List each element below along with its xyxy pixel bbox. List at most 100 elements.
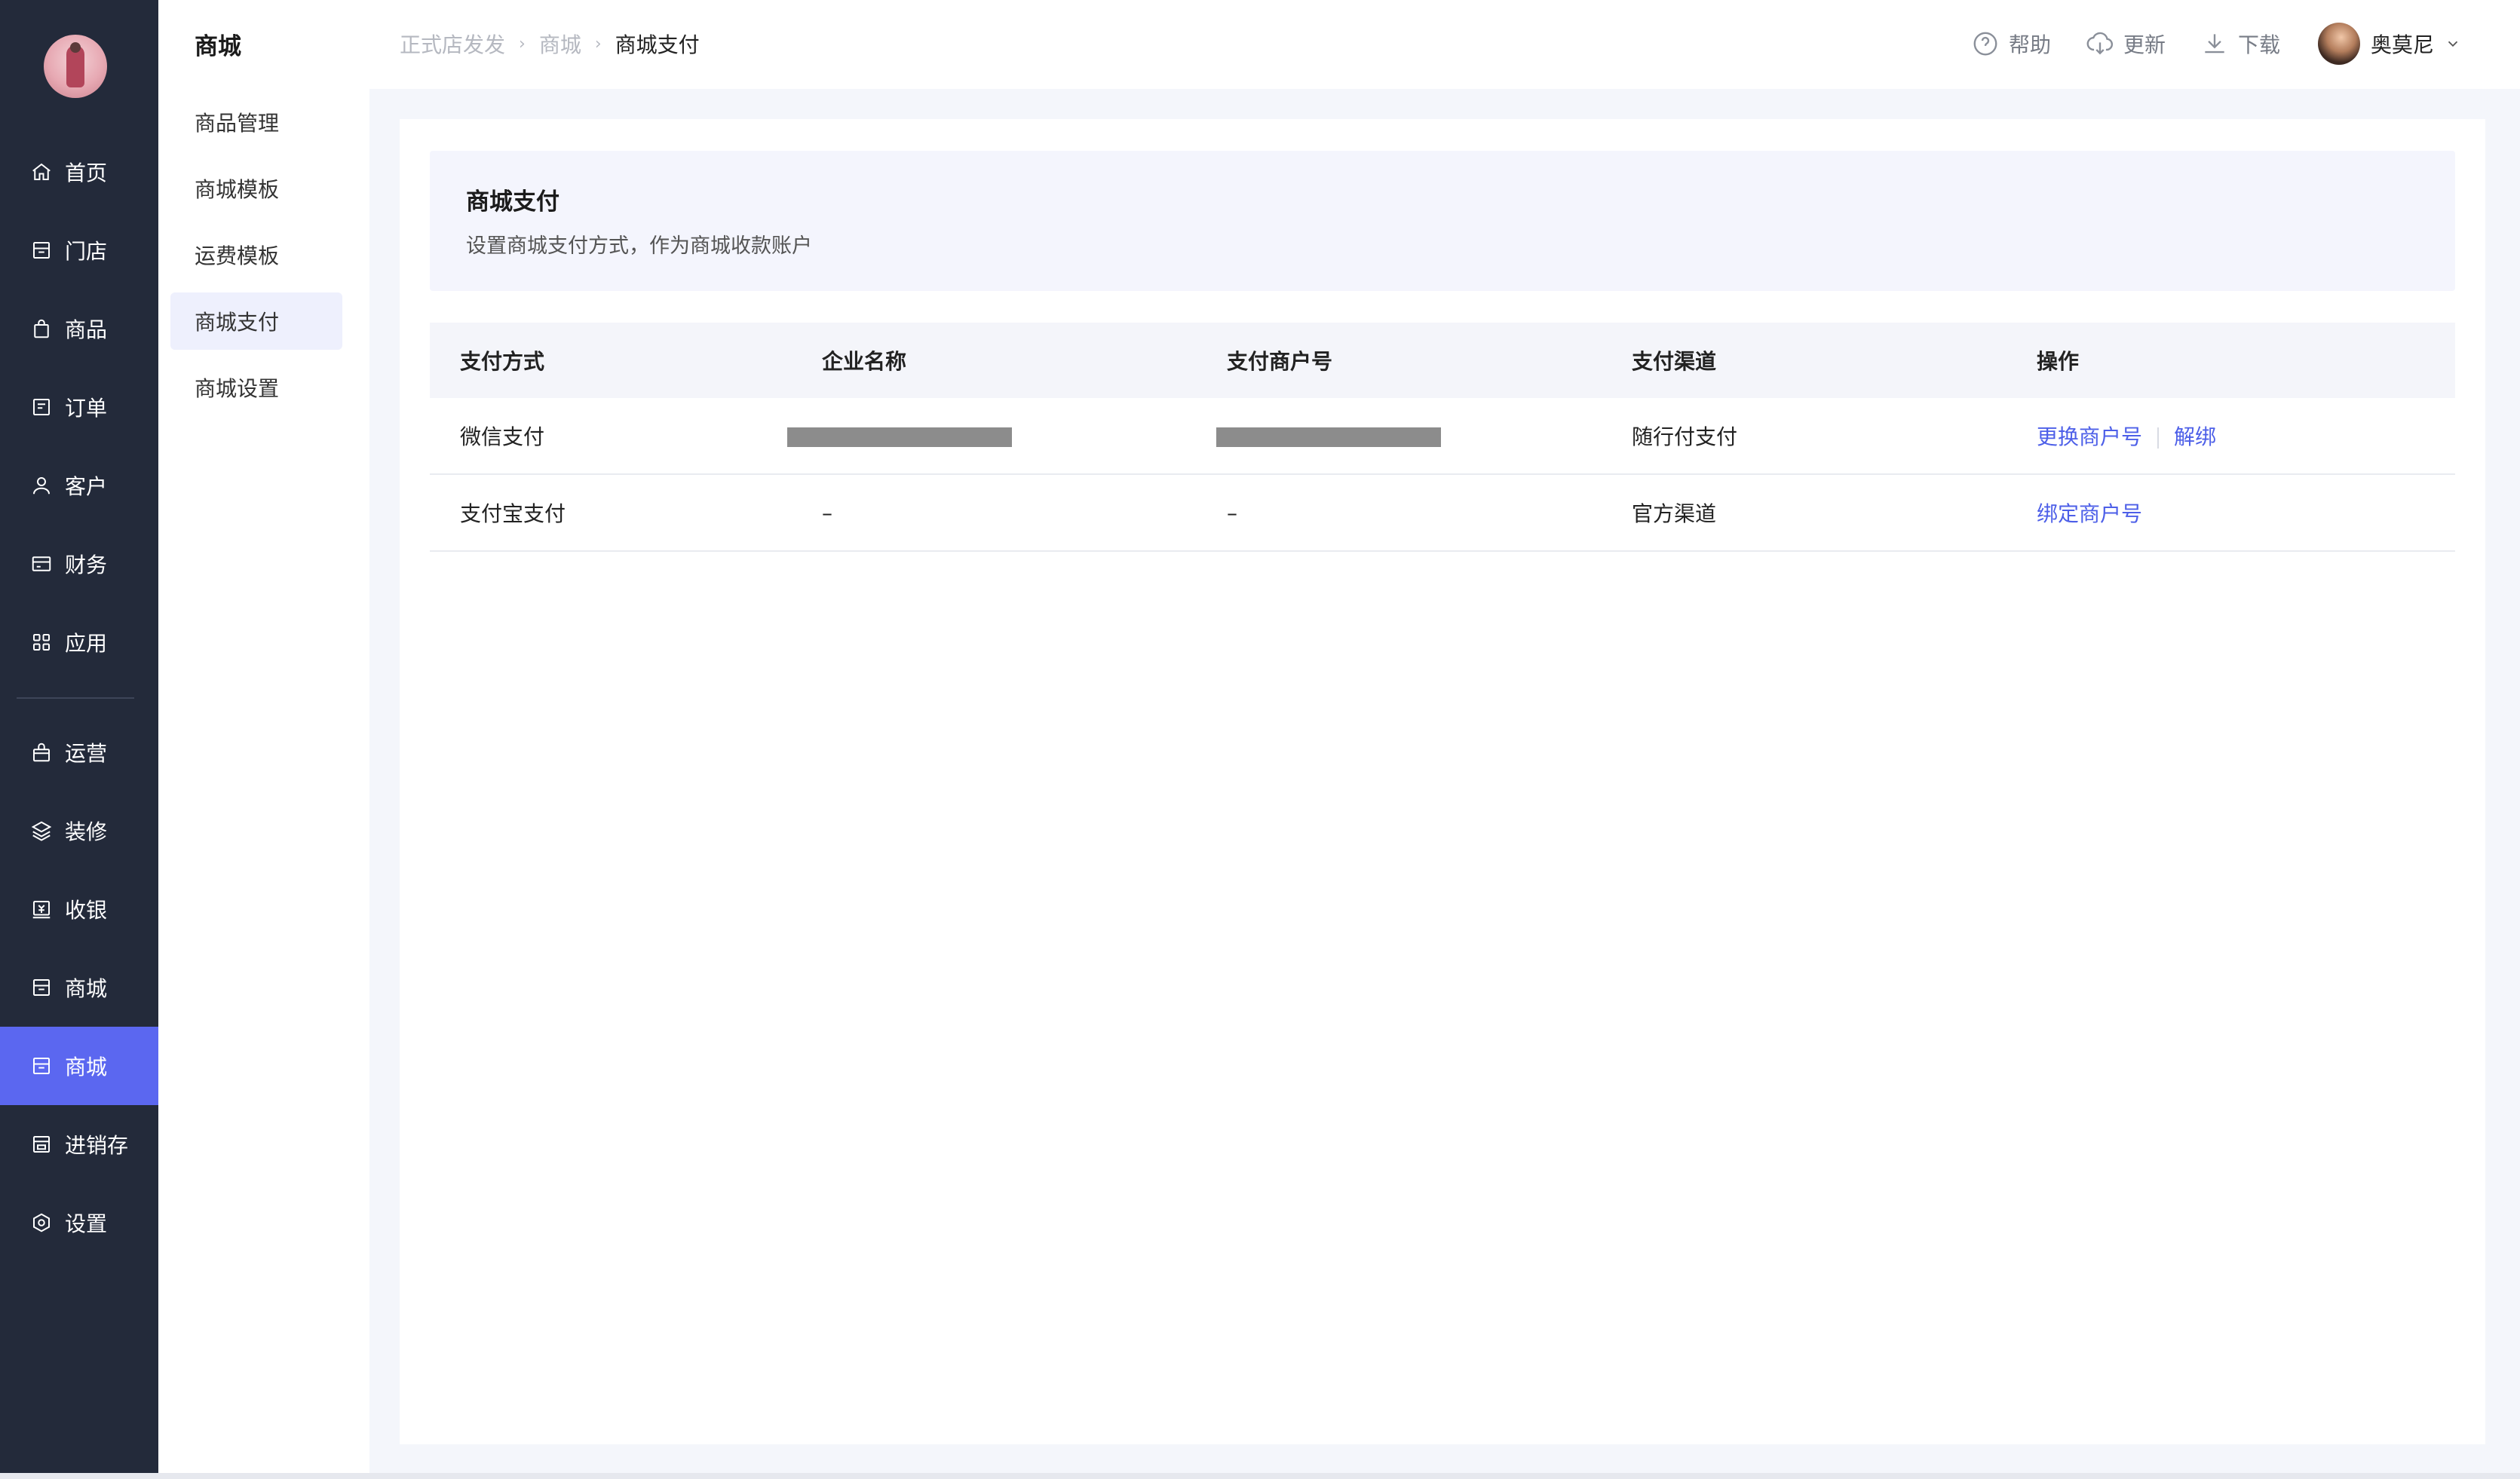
merchant-no: –: [1227, 500, 1237, 525]
column-header: 支付渠道: [1632, 349, 1717, 374]
nav-item-mall[interactable]: 商城: [0, 948, 158, 1027]
column-header: 支付商户号: [1227, 349, 1333, 374]
download-label: 下载: [2237, 32, 2280, 57]
nav-label: 装修: [65, 819, 108, 844]
help-icon: [1973, 32, 1997, 56]
secondary-menu-title: 商城: [195, 33, 241, 60]
payment-channel: 随行付支付: [1632, 424, 1738, 449]
breadcrumb-item[interactable]: 商城: [539, 29, 581, 59]
nav-label: 首页: [65, 161, 108, 185]
row-actions: 绑定商户号: [2037, 498, 2455, 528]
column-header: 支付方式: [460, 349, 545, 374]
company-name-redacted: [787, 424, 1227, 449]
bag-icon: [30, 317, 53, 340]
nav-label: 设置: [65, 1211, 108, 1236]
user-menu[interactable]: 奥莫尼: [2317, 23, 2461, 65]
user-name: 奥莫尼: [2370, 32, 2434, 57]
nav-label: 进销存: [65, 1133, 129, 1158]
nav-item-store[interactable]: 门店: [0, 211, 158, 289]
page-description: 设置商城支付方式，作为商城收款账户: [466, 234, 812, 258]
home-icon: [30, 161, 53, 183]
page-title: 商城支付: [466, 188, 559, 216]
nav-item-decoration[interactable]: 装修: [0, 792, 158, 870]
download-button[interactable]: 下载: [2200, 29, 2280, 59]
payment-table: 支付方式 企业名称 支付商户号 支付渠道 操作 微信支付 随行付支付 更换商户号…: [430, 323, 2455, 552]
submenu-item-mall-payment[interactable]: 商城支付: [170, 292, 342, 350]
nav-label: 应用: [65, 631, 108, 656]
layers-icon: [30, 819, 53, 842]
table-row: 微信支付 随行付支付 更换商户号 解绑: [430, 398, 2455, 475]
chevron-down-icon: [2448, 41, 2458, 47]
nav-label: 运营: [65, 741, 108, 766]
submenu-item-shipping-template[interactable]: 运费模板: [170, 226, 342, 283]
page-banner: 商城支付 设置商城支付方式，作为商城收款账户: [430, 151, 2455, 291]
nav-label: 订单: [65, 396, 108, 421]
nav-item-goods[interactable]: 商品: [0, 289, 158, 368]
card-icon: [30, 553, 53, 575]
chevron-right-icon: ›: [594, 34, 602, 54]
nav-item-mall-active[interactable]: 商城: [0, 1027, 158, 1105]
payment-method: 微信支付: [460, 424, 545, 449]
nav-label: 财务: [65, 553, 108, 577]
nav-label: 商城: [65, 976, 108, 1001]
nav-item-settings[interactable]: 设置: [0, 1184, 158, 1262]
table-row: 支付宝支付 – – 官方渠道 绑定商户号: [430, 475, 2455, 552]
row-actions: 更换商户号 解绑: [2037, 421, 2455, 451]
cashier-icon: [30, 898, 53, 920]
bottom-border: [0, 1473, 2520, 1479]
gift-icon: [30, 741, 53, 764]
nav-label: 客户: [65, 474, 108, 499]
help-button[interactable]: 帮助: [1971, 29, 2051, 59]
payment-channel: 官方渠道: [1632, 501, 1717, 526]
bind-merchant-link[interactable]: 绑定商户号: [2037, 501, 2142, 526]
nav-item-operations[interactable]: 运营: [0, 713, 158, 792]
unbind-link[interactable]: 解绑: [2174, 424, 2216, 449]
nav-label: 收银: [65, 898, 108, 923]
nav-item-home[interactable]: 首页: [0, 133, 158, 211]
table-header: 支付方式 企业名称 支付商户号 支付渠道 操作: [430, 323, 2455, 398]
merchant-no-redacted: [1216, 424, 1632, 449]
order-icon: [30, 396, 53, 418]
user-icon: [30, 474, 53, 497]
submenu-item-mall-template[interactable]: 商城模板: [170, 160, 342, 217]
help-label: 帮助: [2008, 32, 2051, 57]
breadcrumb-item[interactable]: 正式店发发: [400, 29, 505, 59]
column-header: 企业名称: [822, 349, 907, 374]
breadcrumb-current: 商城支付: [615, 32, 700, 57]
secondary-menu: 商城 商品管理 商城模板 运费模板 商城支付 商城设置: [158, 0, 369, 1473]
chevron-right-icon: ›: [519, 34, 526, 54]
apps-icon: [30, 631, 53, 654]
nav-item-finance[interactable]: 财务: [0, 525, 158, 603]
nav-item-customers[interactable]: 客户: [0, 446, 158, 525]
nav-item-orders[interactable]: 订单: [0, 368, 158, 446]
change-merchant-link[interactable]: 更换商户号: [2037, 424, 2142, 449]
download-icon: [2205, 34, 2224, 54]
update-button[interactable]: 更新: [2086, 29, 2166, 59]
company-name: –: [822, 500, 832, 525]
inventory-icon: [30, 1133, 53, 1156]
nav-item-apps[interactable]: 应用: [0, 603, 158, 681]
redaction-bar: [1216, 427, 1441, 447]
redaction-bar: [787, 427, 1012, 447]
avatar: [2317, 23, 2360, 65]
payment-method: 支付宝支付: [460, 501, 566, 526]
shop-icon: [30, 1055, 53, 1077]
main-nav: 首页 门店 商品 订单 客户 财务 应用 运营 装修 收银 商城 商城 进销存 …: [0, 0, 158, 1473]
nav-label: 商品: [65, 317, 108, 342]
nav-divider: [17, 697, 134, 699]
brand-logo[interactable]: [44, 35, 107, 98]
top-header: 正式店发发 › 商城 › 商城支付 帮助 更新 下载 奥莫尼: [369, 0, 2520, 89]
store-icon: [30, 239, 53, 262]
submenu-item-goods-management[interactable]: 商品管理: [170, 93, 342, 151]
main-content-card: 商城支付 设置商城支付方式，作为商城收款账户 支付方式 企业名称 支付商户号 支…: [400, 119, 2485, 1444]
nav-label: 门店: [65, 239, 108, 264]
column-header: 操作: [2037, 349, 2080, 374]
shop-icon: [30, 976, 53, 999]
breadcrumb: 正式店发发 › 商城 › 商城支付: [400, 29, 700, 59]
settings-icon: [30, 1211, 53, 1234]
action-divider: [2157, 427, 2160, 449]
submenu-item-mall-settings[interactable]: 商城设置: [170, 359, 342, 416]
nav-item-cashier[interactable]: 收银: [0, 870, 158, 948]
header-tools: 帮助 更新 下载 奥莫尼: [1936, 21, 2461, 66]
nav-item-inventory[interactable]: 进销存: [0, 1105, 158, 1184]
